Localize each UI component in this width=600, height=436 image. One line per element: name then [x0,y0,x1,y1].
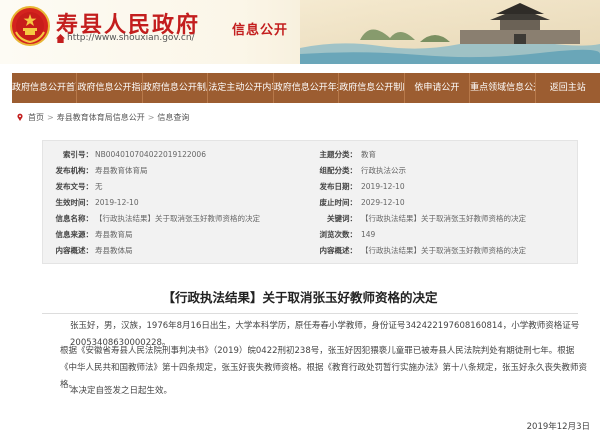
meta-value-topic: 教育 [361,150,376,159]
title-divider [42,313,578,314]
meta-row: 发布文号： 无 发布日期： 2019-12-10 [43,179,579,194]
meta-label-topic: 主题分类： [319,150,358,159]
breadcrumb-separator: > [147,112,155,122]
meta-row: 信息来源： 寿县教育局 浏览次数： 149 [43,227,579,242]
meta-label-content-org: 内容概述： [55,246,94,255]
location-icon [17,113,23,121]
nav-item-home[interactable]: 政府信息公开首页 [12,73,78,103]
meta-row: 生效时间： 2019-12-10 废止时间： 2029-12-10 [43,195,579,210]
breadcrumb-department[interactable]: 寿县教育体育局信息公开 [57,112,145,123]
meta-label-summary: 内容概述： [319,246,358,255]
meta-row: 索引号： NB004010704022019122006 主题分类： 教育 [43,147,579,162]
meta-label-category: 组配分类： [319,166,358,175]
article-title: 【行政执法结果】关于取消张玉好教师资格的决定 [162,290,438,305]
site-header: 寿县人民政府 http://www.shouxian.gov.cn/ 信息公开 [0,0,600,64]
meta-label-index-no: 索引号： [63,150,93,159]
breadcrumb-current: 信息查询 [157,112,190,122]
meta-value-summary: 【行政执法结果】关于取消张玉好教师资格的决定 [361,246,526,255]
meta-value-expire: 2029-12-10 [361,198,405,207]
meta-value-org: 寿县教育体育局 [95,166,148,175]
home-icon [56,34,65,43]
meta-row: 发布机构： 寿县教育体育局 组配分类： 行政执法公示 [43,163,579,178]
nav-item-guide[interactable]: 政府信息公开指南 [77,73,143,103]
document-meta-table: 索引号： NB004010704022019122006 主题分类： 教育 发布… [42,140,578,264]
section-title: 信息公开 [232,23,289,38]
nav-item-annual-report[interactable]: 政府信息公开年报 [274,73,340,103]
meta-label-name: 信息名称： [55,214,94,223]
breadcrumb-separator: > [47,112,54,122]
main-nav: 政府信息公开首页 政府信息公开指南 政府信息公开制度 法定主动公开内容 政府信息… [12,73,600,103]
meta-value-category: 行政执法公示 [361,166,406,175]
nav-item-apply[interactable]: 依申请公开 [405,73,471,103]
article-paragraph-3: 本决定自签发之日起生效。 [70,386,173,396]
nav-item-system[interactable]: 政府信息公开制度 [143,73,209,103]
meta-label-doc-no: 发布文号： [55,182,94,191]
national-emblem-icon [10,6,50,46]
meta-row: 信息名称： 【行政执法结果】关于取消张玉好教师资格的决定 关键词： 【行政执法结… [43,211,579,226]
meta-value-keywords: 【行政执法结果】关于取消张玉好教师资格的决定 [361,214,526,223]
meta-row: 内容概述： 寿县教体局 内容概述： 【行政执法结果】关于取消张玉好教师资格的决定 [43,243,579,258]
nav-item-statutory[interactable]: 法定主动公开内容 [208,73,274,103]
meta-label-keywords: 关键词： [327,214,357,223]
meta-value-doc-no: 无 [95,182,103,191]
meta-label-effective: 生效时间： [55,198,94,207]
site-url-text: http://www.shouxian.gov.cn/ [67,33,195,43]
meta-value-content-org: 寿县教体局 [95,246,133,255]
article-date: 2019年12月3日 [526,422,590,432]
city-gate-scenery [300,0,600,64]
meta-value-views: 149 [361,230,376,239]
nav-item-system-2[interactable]: 政府信息公开制度 [339,73,405,103]
meta-label-expire: 废止时间： [319,198,358,207]
meta-label-org: 发布机构： [55,166,94,175]
meta-value-name: 【行政执法结果】关于取消张玉好教师资格的决定 [95,214,260,223]
meta-label-pub-date: 发布日期： [319,182,358,191]
meta-value-source: 寿县教育局 [95,230,133,239]
meta-value-index-no: NB004010704022019122006 [95,150,206,159]
nav-item-return-main[interactable]: 返回主站 [536,73,600,103]
site-url[interactable]: http://www.shouxian.gov.cn/ [56,33,195,43]
meta-value-pub-date: 2019-12-10 [361,182,405,191]
meta-value-effective: 2019-12-10 [95,198,139,207]
meta-label-views: 浏览次数： [319,230,358,239]
breadcrumb: 首页 > 寿县教育体育局信息公开 > 信息查询 [16,110,189,124]
nav-item-key-areas[interactable]: 重点领域信息公开 [470,73,536,103]
meta-label-source: 信息来源： [55,230,94,239]
breadcrumb-home[interactable]: 首页 [28,112,44,123]
